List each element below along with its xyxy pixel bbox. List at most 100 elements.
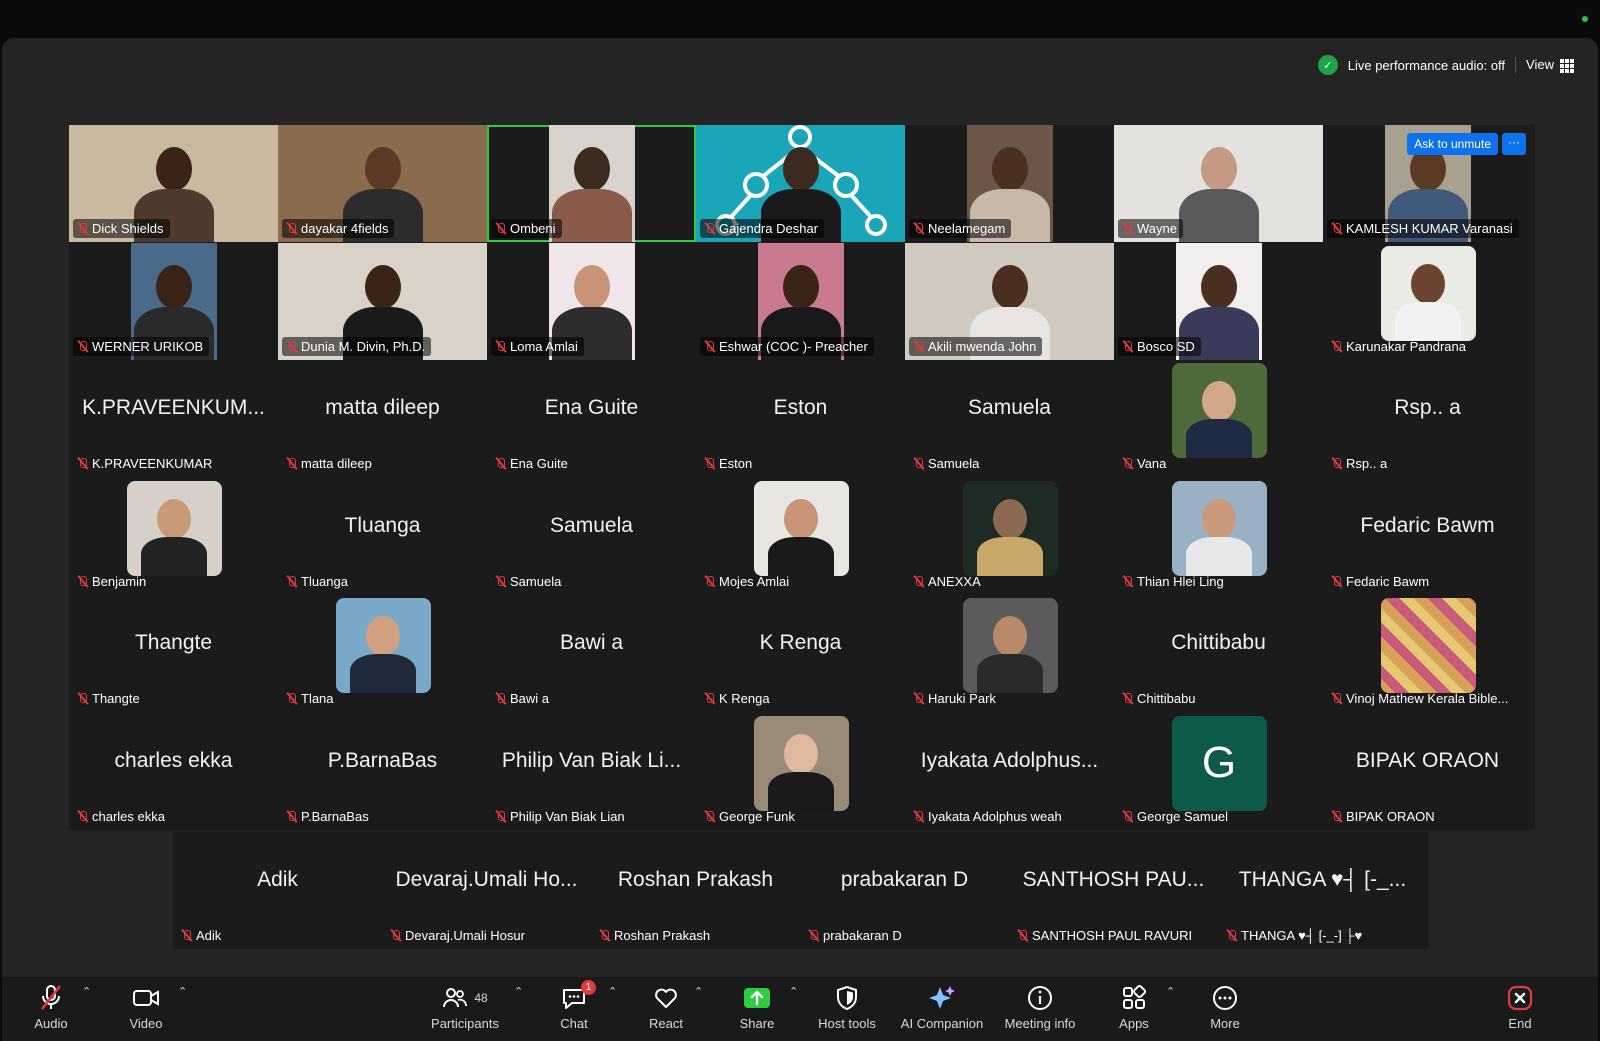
participant-tile[interactable]: Neelamegam [905, 125, 1114, 242]
participant-name-label: Devaraj.Umali Hosur [386, 926, 531, 945]
participant-tile[interactable]: BIPAK ORAON BIPAK ORAON [1323, 712, 1532, 830]
zoom-meeting-window: ✓ Live performance audio: off View Dick … [2, 38, 1598, 1041]
view-button[interactable]: View [1526, 57, 1574, 73]
camera-off-icon [133, 990, 159, 1006]
participant-tile[interactable]: Bosco SD [1114, 242, 1323, 360]
participant-tile[interactable]: Chittibabu Chittibabu [1114, 595, 1323, 712]
participant-name-placeholder: Eston [773, 396, 828, 419]
share-caret[interactable]: ⌃ [789, 985, 798, 998]
participant-name: Eston [719, 456, 753, 471]
participant-tile[interactable]: Tluanga Tluanga [278, 477, 487, 595]
participant-tile[interactable]: George Funk [696, 712, 905, 830]
participant-tile[interactable]: Iyakata Adolphus... Iyakata Adolphus weah [905, 712, 1114, 830]
participant-tile[interactable]: Haruki Park [905, 595, 1114, 712]
meeting-info-button[interactable]: Meeting info [995, 983, 1085, 1031]
participant-name-label: Tluanga [282, 572, 354, 591]
chat-button[interactable]: 1 Chat [529, 980, 619, 1031]
participant-tile[interactable]: Vana [1114, 360, 1323, 477]
participant-tile[interactable]: Akili mwenda John [905, 242, 1114, 360]
participant-tile[interactable]: Samuela Samuela [905, 360, 1114, 477]
participant-tile[interactable]: Mojes Amlai [696, 477, 905, 595]
apps-caret[interactable]: ⌃ [1166, 985, 1175, 998]
participant-tile[interactable]: prabakaran D prabakaran D [800, 832, 1009, 949]
chat-caret[interactable]: ⌃ [608, 985, 617, 998]
participant-tile[interactable]: Dick Shields [69, 125, 278, 242]
participant-tile[interactable]: K Renga K Renga [696, 595, 905, 712]
participant-tile[interactable]: Fedaric Bawm Fedaric Bawm [1323, 477, 1532, 595]
participant-tile[interactable]: G George Samuel [1114, 712, 1323, 830]
mic-muted-icon [1226, 929, 1237, 942]
participant-name-label: KAMLESH KUMAR Varanasi [1327, 219, 1519, 238]
participant-tile[interactable]: P.BarnaBas P.BarnaBas [278, 712, 487, 830]
ai-companion-button[interactable]: AI Companion [897, 983, 987, 1031]
participant-tile[interactable]: Loma Amlai [487, 242, 696, 360]
participant-tile[interactable]: WERNER URIKOB [69, 242, 278, 360]
ask-to-unmute-button[interactable]: Ask to unmute [1407, 133, 1498, 155]
participant-name-label: Ena Guite [491, 454, 574, 473]
participant-tile[interactable]: Roshan Prakash Roshan Prakash [591, 832, 800, 949]
participant-tile[interactable]: Eshwar (COC )- Preacher [696, 242, 905, 360]
participants-caret[interactable]: ⌃ [514, 985, 523, 998]
participant-tile[interactable]: Devaraj.Umali Ho... Devaraj.Umali Hosur [382, 832, 591, 949]
participant-tile[interactable]: matta dileep matta dileep [278, 360, 487, 477]
participant-tile[interactable]: SANTHOSH PAU... SANTHOSH PAUL RAVURI [1009, 832, 1218, 949]
participant-avatar [1171, 363, 1267, 458]
participant-name: Thangte [92, 691, 140, 706]
participant-tile[interactable]: Ask to unmute ··· KAMLESH KUMAR Varanasi [1323, 125, 1532, 242]
participant-tile[interactable]: Eston Eston [696, 360, 905, 477]
participant-tile[interactable]: Tlana [278, 595, 487, 712]
participants-button[interactable]: 48 Participants [420, 983, 510, 1031]
more-button[interactable]: More [1180, 983, 1270, 1031]
participant-tile[interactable]: Wayne [1114, 125, 1323, 242]
participant-tile[interactable]: charles ekka charles ekka [69, 712, 278, 830]
mic-muted-icon [77, 457, 88, 470]
participant-name-placeholder: Samuela [550, 513, 633, 537]
live-audio-status[interactable]: Live performance audio: off [1348, 58, 1505, 73]
participant-tile[interactable]: Bawi a Bawi a [487, 595, 696, 712]
share-label: Share [739, 1016, 775, 1031]
participant-name-label: Fedaric Bawm [1327, 572, 1435, 591]
participant-tile[interactable]: THANGA ♥┤ [-_... THANGA ♥┤ [-_-] ├♥ [1218, 832, 1427, 949]
participant-name: K.PRAVEENKUMAR [92, 456, 213, 471]
participant-name: Iyakata Adolphus weah [928, 808, 1062, 824]
mic-muted-icon [1331, 340, 1342, 353]
participant-name-label: Gajendra Deshar [700, 219, 824, 238]
host-tools-button[interactable]: Host tools [802, 983, 892, 1031]
participant-tile[interactable]: dayakar 4fields [278, 125, 487, 242]
participant-tile[interactable]: Rsp.. a Rsp.. a [1323, 360, 1532, 477]
gallery-bottom-row: Adik Adik Devaraj.Umali Ho... Devaraj.Umali… [173, 832, 1429, 949]
participant-tile[interactable]: Adik Adik [173, 832, 382, 949]
participant-name-label: Eshwar (COC )- Preacher [700, 336, 874, 356]
mic-muted-icon [77, 340, 88, 353]
react-caret[interactable]: ⌃ [694, 985, 703, 998]
participant-tile[interactable]: Thangte Thangte [69, 595, 278, 712]
participant-tile[interactable]: Thian Hlei Ling [1114, 477, 1323, 595]
participant-tile[interactable]: Benjamin [69, 477, 278, 595]
participant-tile[interactable]: Ombeni [487, 125, 696, 242]
audio-options-caret[interactable]: ⌃ [82, 985, 91, 998]
participant-name-label: prabakaran D [804, 926, 908, 945]
participant-tile[interactable]: Karunakar Pandrana [1323, 242, 1532, 360]
participant-name: K Renga [719, 691, 770, 706]
participant-avatar [1171, 480, 1267, 576]
participant-tile[interactable]: ANEXXA [905, 477, 1114, 595]
participant-name-label: Thangte [73, 689, 146, 708]
participant-tile[interactable]: Dunia M. Divin, Ph.D. [278, 242, 487, 360]
tile-more-button[interactable]: ··· [1502, 133, 1526, 155]
participant-tile[interactable]: K.PRAVEENKUM... K.PRAVEENKUMAR [69, 360, 278, 477]
participant-tile[interactable]: Gajendra Deshar [696, 125, 905, 242]
mic-muted-icon [704, 222, 715, 235]
mic-muted-icon [704, 692, 715, 705]
participant-tile[interactable]: Ena Guite Ena Guite [487, 360, 696, 477]
participant-tile[interactable]: Vinoj Mathew Kerala Bible... [1323, 595, 1532, 712]
participant-tile[interactable]: Philip Van Biak Li... Philip Van Biak Lia… [487, 712, 696, 830]
participant-name: Vana [1137, 456, 1167, 471]
video-options-caret[interactable]: ⌃ [178, 985, 187, 998]
meeting-toolbar: Audio ⌃ Video ⌃ 48 Participants ⌃ 1 Chat… [2, 977, 1598, 1041]
participant-name-label: Bosco SD [1118, 336, 1201, 356]
participant-tile[interactable]: Samuela Samuela [487, 477, 696, 595]
participant-name: Devaraj.Umali Hosur [405, 928, 525, 943]
participant-name: Loma Amlai [510, 338, 578, 354]
mic-muted-icon [1331, 575, 1342, 588]
end-button[interactable]: End [1475, 983, 1565, 1031]
